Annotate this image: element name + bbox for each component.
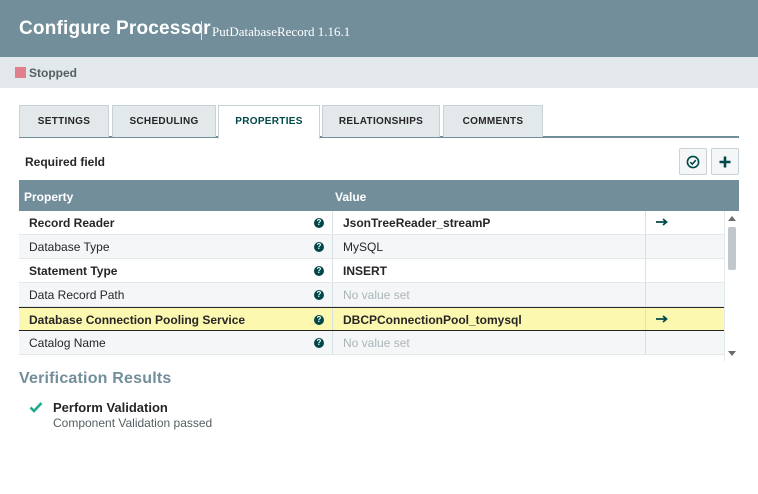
help-icon[interactable]: ? <box>314 266 324 276</box>
tab-comments[interactable]: COMMENTS <box>443 105 543 137</box>
table-scrollbar[interactable] <box>724 211 739 361</box>
help-icon[interactable]: ? <box>314 218 324 228</box>
column-divider <box>645 283 646 306</box>
property-name: Catalog Name <box>29 336 106 350</box>
property-value[interactable]: No value set <box>343 288 410 302</box>
column-divider <box>332 259 333 282</box>
help-icon[interactable]: ? <box>314 242 324 252</box>
tab-settings[interactable]: SETTINGS <box>19 105 109 137</box>
verify-check-circle-icon <box>686 155 700 168</box>
add-property-button[interactable] <box>711 148 739 175</box>
column-divider <box>332 235 333 258</box>
go-to-service-arrow-icon[interactable] <box>655 312 669 326</box>
header-divider <box>201 21 202 40</box>
verification-item-message: Component Validation passed <box>53 416 213 430</box>
column-header-value: Value <box>335 190 367 204</box>
plus-icon <box>719 156 731 167</box>
tab-bar: SETTINGS SCHEDULING PROPERTIES RELATIONS… <box>19 105 739 139</box>
column-divider <box>645 308 646 330</box>
column-divider <box>645 259 646 282</box>
column-divider <box>332 331 333 354</box>
checkmark-icon <box>29 402 43 413</box>
scroll-up-arrow-icon[interactable] <box>728 216 736 221</box>
properties-table: Property Value Record Reader? JsonTreeRea… <box>19 180 739 361</box>
property-value[interactable]: INSERT <box>343 264 387 278</box>
stopped-icon <box>15 67 26 78</box>
table-row[interactable]: Record Reader? JsonTreeReader_streamP <box>19 211 724 235</box>
table-row[interactable]: Database Connection Pooling Service? DBCP… <box>19 307 724 331</box>
table-row[interactable]: Catalog Name? No value set <box>19 331 724 355</box>
status-bar: Stopped <box>0 57 758 88</box>
help-icon[interactable]: ? <box>314 315 324 325</box>
property-name: Data Record Path <box>29 288 125 302</box>
table-row[interactable]: Data Record Path? No value set <box>19 283 724 307</box>
processor-type-label: PutDatabaseRecord 1.16.1 <box>212 24 351 39</box>
verify-button[interactable] <box>679 148 707 175</box>
table-row[interactable]: Statement Type? INSERT <box>19 259 724 283</box>
property-value[interactable]: DBCPConnectionPool_tomysql <box>343 313 522 327</box>
dialog-title: Configure Processor <box>19 18 211 39</box>
table-row[interactable]: Database Type? MySQL <box>19 235 724 259</box>
property-value[interactable]: JsonTreeReader_streamP <box>343 216 490 230</box>
property-name: Database Type <box>29 240 110 254</box>
required-field-label: Required field <box>25 155 106 169</box>
column-divider <box>645 331 646 354</box>
scroll-thumb[interactable] <box>728 227 736 270</box>
property-value[interactable]: MySQL <box>343 240 383 254</box>
property-value[interactable]: No value set <box>343 336 410 350</box>
column-divider <box>645 235 646 258</box>
table-body: Record Reader? JsonTreeReader_streamP Data… <box>19 211 724 355</box>
tab-relationships[interactable]: RELATIONSHIPS <box>322 105 440 137</box>
verification-item-name: Perform Validation <box>53 400 168 415</box>
property-name: Database Connection Pooling Service <box>29 313 246 327</box>
go-to-service-arrow-icon[interactable] <box>655 215 669 229</box>
status-label: Stopped <box>29 66 77 80</box>
help-icon[interactable]: ? <box>314 290 324 300</box>
column-divider <box>645 211 646 234</box>
tab-properties[interactable]: PROPERTIES <box>218 105 320 139</box>
property-name: Record Reader <box>29 216 115 230</box>
property-name: Statement Type <box>29 264 118 278</box>
dialog-header: Configure Processor PutDatabaseRecord 1.… <box>0 0 758 57</box>
column-divider <box>332 283 333 306</box>
column-divider <box>332 211 333 234</box>
verification-results-title: Verification Results <box>19 370 172 387</box>
tab-scheduling[interactable]: SCHEDULING <box>112 105 216 137</box>
table-header: Property Value <box>19 180 739 211</box>
column-divider <box>332 308 333 330</box>
help-icon[interactable]: ? <box>314 338 324 348</box>
column-header-property: Property <box>24 190 74 204</box>
scroll-down-arrow-icon[interactable] <box>728 351 736 356</box>
